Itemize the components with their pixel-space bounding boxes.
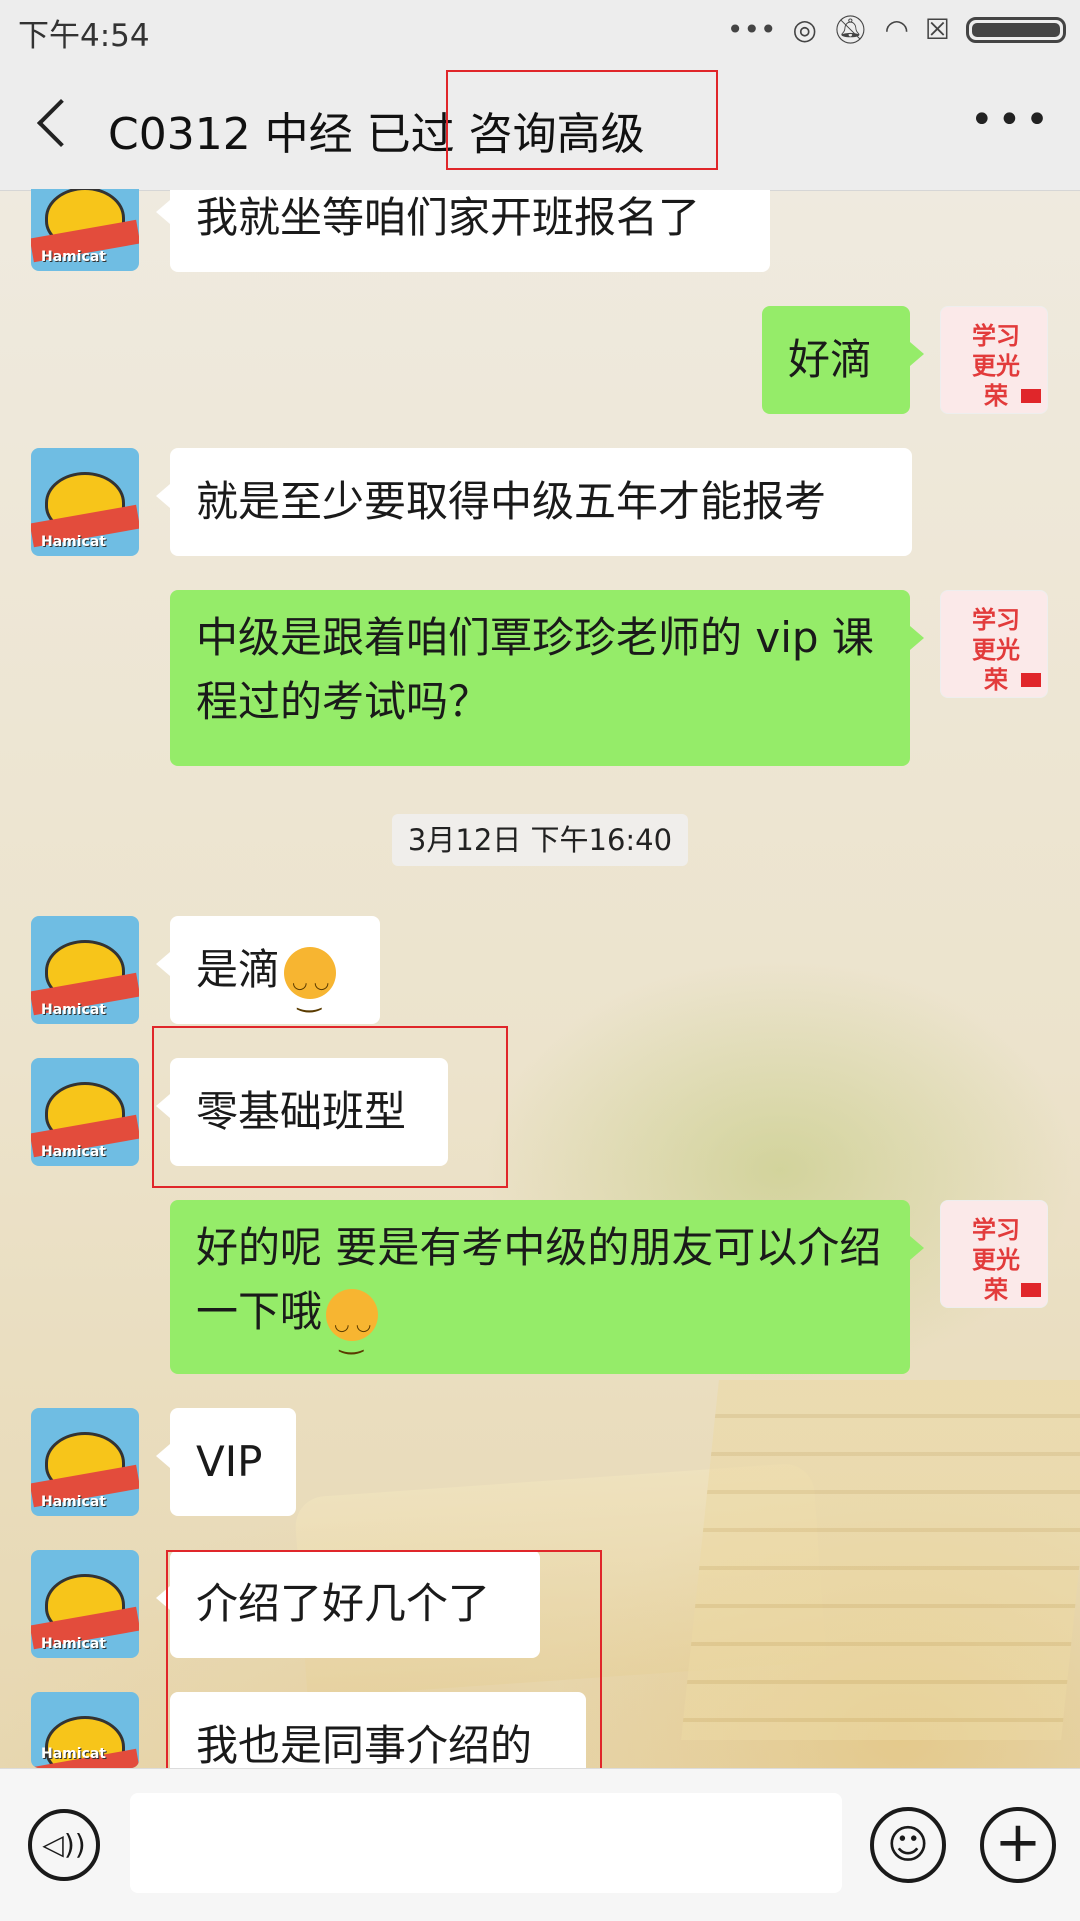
more-dots-icon: ••• — [726, 13, 777, 46]
chat-header: C0312 中经 已过 咨询高级 ••• — [0, 60, 1080, 191]
plus-icon[interactable]: + — [980, 1807, 1056, 1883]
wifi-icon: ◠ — [884, 13, 909, 46]
chevron-left-icon[interactable] — [30, 94, 90, 154]
status-icons: ••• ◎ 🔕︎ ◠ ☒ — [727, 8, 1066, 52]
message-bubble-incoming[interactable]: VIP — [156, 1408, 296, 1516]
message-bubble-incoming[interactable]: 是滴 — [156, 916, 380, 1029]
chat-title: C0312 中经 已过 咨询高级 — [108, 109, 645, 160]
message-input[interactable] — [130, 1793, 842, 1893]
battery-icon — [966, 17, 1066, 43]
contact-avatar[interactable]: Hamicat — [31, 448, 139, 556]
self-avatar[interactable]: 学习 更光荣 — [940, 590, 1048, 698]
self-avatar[interactable]: 学习 更光荣 — [940, 306, 1048, 414]
sim-off-icon: ☒ — [924, 13, 950, 46]
chat-timestamp: 3月12日 下午16:40 — [392, 814, 688, 866]
smiling-face-emoji — [284, 946, 337, 1029]
message-bubble-incoming[interactable]: 就是至少要取得中级五年才能报考 — [156, 448, 912, 556]
contact-avatar[interactable]: Hamicat — [31, 1058, 139, 1166]
message-text: 是滴 — [196, 945, 281, 994]
data-saver-icon: ◎ — [792, 13, 817, 46]
voice-input-icon[interactable]: ◁)) — [28, 1809, 100, 1881]
message-bubble-outgoing[interactable]: 好滴 — [762, 306, 924, 414]
emoji-icon[interactable]: ☺ — [870, 1807, 946, 1883]
message-bubble-incoming[interactable]: 零基础班型 — [156, 1058, 448, 1166]
status-bar: 下午4:54 ••• ◎ 🔕︎ ◠ ☒ — [0, 0, 1080, 60]
status-time: 下午4:54 — [18, 18, 150, 54]
message-bubble-incoming[interactable]: 介绍了好几个了 — [156, 1550, 540, 1658]
mute-icon: 🔕︎ — [832, 13, 869, 46]
message-bubble-incoming[interactable]: 我也是同事介绍的 — [170, 1692, 586, 1768]
wallpaper-book-stack — [681, 1380, 1080, 1740]
message-bubble-outgoing[interactable]: 中级是跟着咱们覃珍珍老师的 vip 课程过的考试吗？ — [170, 590, 924, 766]
contact-avatar[interactable]: Hamicat — [31, 1550, 139, 1658]
contact-avatar[interactable]: Hamicat — [31, 1692, 139, 1768]
smirking-face-emoji — [326, 1288, 379, 1371]
message-bubble-outgoing[interactable]: 好的呢 要是有考中级的朋友可以介绍一下哦 — [170, 1200, 924, 1374]
input-bar: ◁)) ☺ + — [0, 1768, 1080, 1921]
contact-avatar[interactable]: Hamicat — [31, 1408, 139, 1516]
contact-avatar[interactable]: Hamicat — [31, 916, 139, 1024]
message-text: 好的呢 要是有考中级的朋友可以介绍一下哦 — [196, 1223, 882, 1336]
self-avatar[interactable]: 学习 更光荣 — [940, 1200, 1048, 1308]
more-horizontal-icon[interactable]: ••• — [970, 100, 1049, 140]
